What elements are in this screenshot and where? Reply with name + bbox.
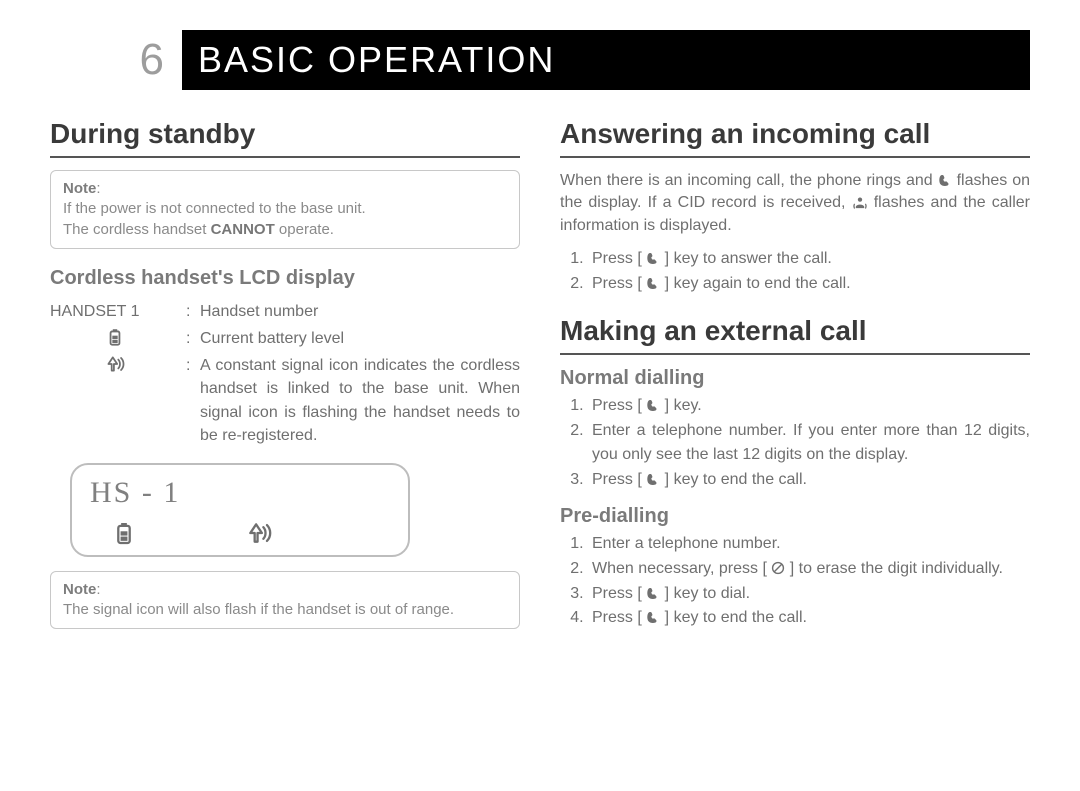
heading-external-call: Making an external call [560, 315, 1030, 347]
cancel-icon [771, 561, 785, 575]
handset-icon [646, 610, 660, 624]
rule [560, 353, 1030, 355]
handset-icon [646, 251, 660, 265]
def-val: Current battery level [200, 327, 520, 350]
chapter-title: BASIC OPERATION [182, 30, 1030, 90]
heading-normal-dialling: Normal dialling [560, 367, 1030, 390]
chapter-number: 6 [50, 30, 182, 90]
list-item: Press [ ] key. [588, 394, 1030, 419]
battery-icon [114, 520, 134, 546]
signal-icon [50, 354, 180, 447]
handset-icon [646, 472, 660, 486]
heading-pre-dialling: Pre-dialling [560, 505, 1030, 528]
handset-icon [938, 173, 952, 187]
def-val: A constant signal icon indicates the cor… [200, 354, 520, 447]
definition-list: HANDSET 1 : Handset number : Current bat… [50, 300, 520, 447]
def-val: Handset number [200, 300, 520, 323]
heading-during-standby: During standby [50, 118, 520, 150]
left-column: During standby Note: If the power is not… [50, 118, 520, 649]
cid-icon [852, 194, 868, 209]
note-box-range: Note: The signal icon will also flash if… [50, 571, 520, 630]
list-item: Enter a telephone number. If you enter m… [588, 419, 1030, 469]
list-item: When necessary, press [ ] to erase the d… [588, 557, 1030, 582]
rule [50, 156, 520, 158]
list-item: Press [ ] key to end the call. [588, 606, 1030, 631]
def-key-handset1: HANDSET 1 [50, 300, 180, 323]
note-label: Note [63, 180, 96, 197]
list-item: Enter a telephone number. [588, 532, 1030, 557]
note-text: The signal icon will also flash if the h… [63, 601, 454, 618]
manual-page: 6 BASIC OPERATION During standby Note: I… [0, 30, 1080, 791]
lcd-text: HS - 1 [90, 476, 390, 510]
list-item: Press [ ] key to dial. [588, 582, 1030, 607]
lcd-illustration: HS - 1 [70, 463, 410, 557]
step-list: Press [ ] key. Enter a telephone number.… [560, 394, 1030, 493]
note-text: The cordless handset [63, 221, 211, 238]
handset-icon [646, 586, 660, 600]
step-list: Press [ ] key to answer the call. Press … [560, 247, 1030, 297]
note-box-power: Note: If the power is not connected to t… [50, 170, 520, 249]
note-strong: CANNOT [211, 221, 275, 238]
note-text: If the power is not connected to the bas… [63, 200, 366, 217]
signal-icon [244, 520, 274, 546]
heading-answering: Answering an incoming call [560, 118, 1030, 150]
handset-icon [646, 398, 660, 412]
note-label: Note [63, 581, 96, 598]
list-item: Press [ ] key to end the call. [588, 468, 1030, 493]
note-text: operate. [275, 221, 334, 238]
chapter-header: 6 BASIC OPERATION [50, 30, 1030, 90]
paragraph: When there is an incoming call, the phon… [560, 170, 1030, 237]
step-list: Enter a telephone number. When necessary… [560, 532, 1030, 631]
right-column: Answering an incoming call When there is… [560, 118, 1030, 649]
handset-icon [646, 276, 660, 290]
battery-icon [50, 327, 180, 350]
heading-lcd-display: Cordless handset's LCD display [50, 267, 520, 290]
list-item: Press [ ] key again to end the call. [588, 272, 1030, 297]
list-item: Press [ ] key to answer the call. [588, 247, 1030, 272]
rule [560, 156, 1030, 158]
